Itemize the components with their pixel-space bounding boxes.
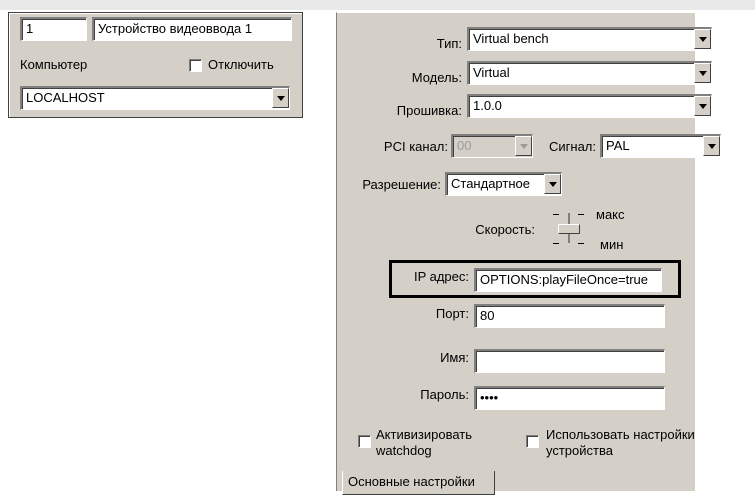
use-device-settings-checkbox[interactable] [526, 435, 539, 448]
speed-slider-tick [553, 214, 559, 215]
model-select[interactable]: Virtual [467, 61, 712, 85]
device-name-field[interactable]: Устройство видеоввода 1 [92, 17, 292, 41]
speed-slider-tick [578, 214, 584, 215]
chevron-down-icon[interactable] [703, 136, 720, 156]
signal-select[interactable]: PAL [600, 134, 721, 158]
model-select-value: Virtual [473, 65, 510, 80]
password-label: Пароль: [420, 387, 469, 402]
firmware-select-value: 1.0.0 [473, 98, 502, 113]
port-field[interactable]: 80 [474, 304, 665, 328]
firmware-select[interactable]: 1.0.0 [467, 94, 712, 118]
pci-channel-select: 00 [451, 134, 533, 158]
watchdog-label-line2: watchdog [376, 443, 432, 458]
model-label: Модель: [411, 70, 462, 85]
chevron-down-icon[interactable] [272, 88, 289, 108]
use-device-settings-label-line2: устройства [546, 443, 613, 458]
pci-channel-value: 00 [457, 138, 472, 153]
speed-max-label: макс [596, 207, 625, 222]
resolution-label: Разрешение: [362, 177, 441, 192]
firmware-label: Прошивка: [396, 103, 462, 118]
speed-slider-tick [553, 243, 559, 244]
computer-label: Компьютер [20, 57, 88, 72]
chevron-down-icon[interactable] [694, 29, 711, 49]
use-device-settings-label-line1: Использовать настройки [546, 427, 695, 442]
top-background-strip [0, 0, 755, 10]
disable-checkbox[interactable] [189, 59, 202, 72]
resolution-select[interactable]: Стандартное [445, 172, 562, 196]
tab-main-settings[interactable]: Основные настройки [342, 471, 495, 495]
chevron-down-icon [515, 136, 532, 156]
watchdog-checkbox[interactable] [358, 435, 371, 448]
device-number-field[interactable]: 1 [20, 17, 87, 41]
computer-select-value: LOCALHOST [26, 90, 105, 105]
speed-slider-tick [578, 243, 584, 244]
username-field[interactable] [474, 349, 665, 373]
chevron-down-icon[interactable] [544, 174, 561, 194]
ip-address-field[interactable]: OPTIONS:playFileOnce=true [474, 268, 662, 292]
ip-address-label: IP адрес: [413, 269, 469, 284]
password-field[interactable]: •••• [474, 386, 665, 410]
disable-label: Отключить [208, 57, 274, 72]
computer-select[interactable]: LOCALHOST [20, 86, 290, 110]
type-select-value: Virtual bench [473, 31, 549, 46]
speed-slider-thumb[interactable] [558, 224, 580, 234]
type-label: Тип: [436, 36, 462, 51]
resolution-select-value: Стандартное [451, 176, 530, 191]
chevron-down-icon[interactable] [694, 96, 711, 116]
speed-min-label: мин [600, 237, 624, 252]
signal-label: Сигнал: [549, 139, 596, 154]
speed-label: Скорость: [475, 222, 535, 237]
port-label: Порт: [435, 306, 469, 321]
pci-channel-label: PCI канал: [383, 139, 448, 154]
chevron-down-icon[interactable] [694, 63, 711, 83]
username-label: Имя: [440, 350, 469, 365]
watchdog-label-line1: Активизировать [376, 427, 473, 442]
signal-select-value: PAL [606, 138, 630, 153]
type-select[interactable]: Virtual bench [467, 27, 712, 51]
